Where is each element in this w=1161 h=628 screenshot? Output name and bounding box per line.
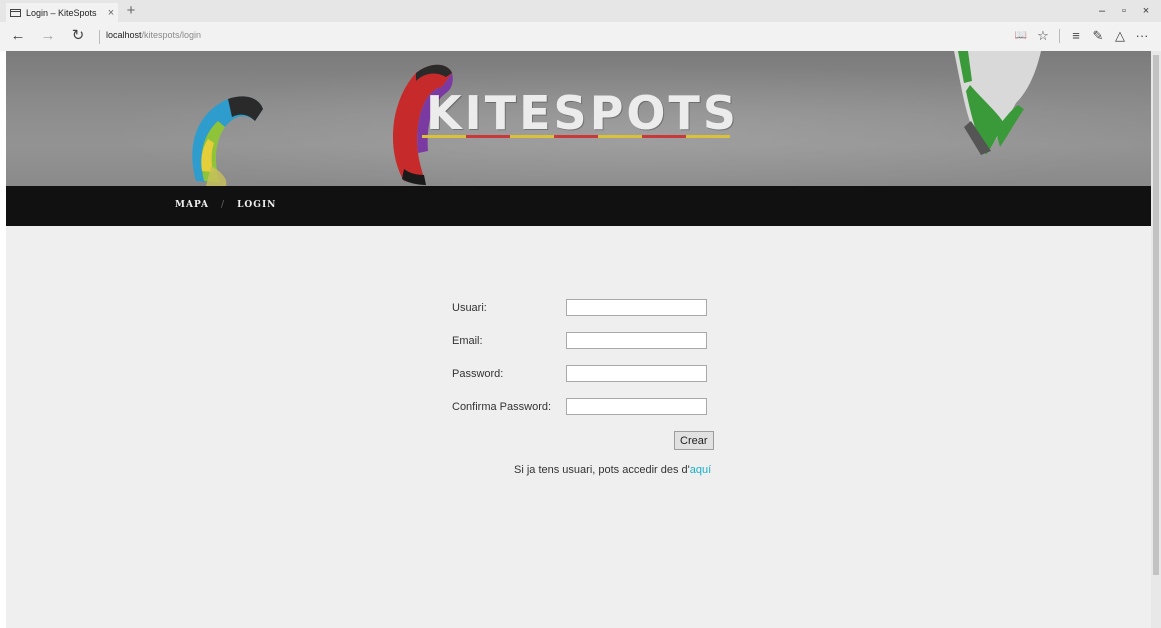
- menu-separator: /: [221, 200, 226, 210]
- logo-underline-stripe: [642, 135, 686, 138]
- url-host: localhost: [106, 30, 142, 40]
- logo-underline-stripe: [686, 135, 730, 138]
- tab-bar: Login – KiteSpots × + – ▫ ×: [0, 0, 1161, 22]
- window-controls: – ▫ ×: [1091, 2, 1157, 20]
- page-icon: [10, 8, 21, 17]
- close-window-icon[interactable]: ×: [1135, 2, 1157, 20]
- crear-button[interactable]: Crear: [674, 431, 714, 450]
- logo-underline-stripe: [510, 135, 554, 138]
- browser-tab[interactable]: Login – KiteSpots ×: [6, 3, 118, 22]
- email-label: Email:: [452, 335, 483, 347]
- signin-note: Si ja tens usuari, pots accedir des d'aq…: [514, 464, 711, 476]
- signin-text: Si ja tens usuari, pots accedir des d': [514, 464, 690, 476]
- signin-link[interactable]: aquí: [690, 464, 711, 476]
- menu: MAPA / LOGIN: [175, 200, 276, 210]
- address-bar[interactable]: localhost/kitespots/login: [106, 30, 201, 40]
- web-note-icon[interactable]: ✎: [1087, 26, 1109, 46]
- back-arrow-icon[interactable]: ←: [8, 26, 28, 46]
- usuari-input[interactable]: [566, 299, 707, 316]
- form-row-email: Email:: [452, 332, 712, 352]
- form-row-confirm-password: Confirma Password:: [452, 398, 712, 418]
- logo-underline-stripe: [598, 135, 642, 138]
- site-logo[interactable]: KITESPOTS: [426, 89, 739, 137]
- nav-item-mapa[interactable]: MAPA: [175, 200, 209, 210]
- scrollbar-thumb[interactable]: [1153, 55, 1159, 575]
- header-banner: KITESPOTS: [6, 51, 1151, 186]
- forward-arrow-icon[interactable]: →: [38, 26, 58, 46]
- restore-icon[interactable]: ▫: [1113, 2, 1135, 20]
- new-tab-button[interactable]: +: [123, 2, 139, 20]
- page-scrollbar[interactable]: [1151, 51, 1161, 628]
- refresh-icon[interactable]: ↻: [68, 26, 88, 46]
- reading-view-icon[interactable]: 📖: [1010, 26, 1032, 46]
- email-input[interactable]: [566, 332, 707, 349]
- usuari-label: Usuari:: [452, 302, 487, 314]
- form-row-password: Password:: [452, 365, 712, 385]
- password-label: Password:: [452, 368, 504, 380]
- main-nav: MAPA / LOGIN: [6, 186, 1151, 226]
- browser-chrome: Login – KiteSpots × + – ▫ × ← → ↻ localh…: [0, 0, 1161, 51]
- share-icon[interactable]: △: [1109, 26, 1131, 46]
- logo-underline-stripe: [422, 135, 466, 138]
- logo-underline-stripe: [554, 135, 598, 138]
- right-kite-image: [954, 51, 1041, 155]
- password-input[interactable]: [566, 365, 707, 382]
- minimize-icon[interactable]: –: [1091, 2, 1113, 20]
- hub-icon[interactable]: ≡: [1065, 26, 1087, 46]
- address-bar-row: ← → ↻ localhost/kitespots/login 📖 ☆ ≡ ✎ …: [0, 22, 1161, 51]
- logo-underline-stripe: [466, 135, 510, 138]
- form-row-usuari: Usuari:: [452, 299, 712, 319]
- left-kite-image: [192, 96, 263, 186]
- page-viewport: KITESPOTS MAPA / LOGIN Usuari: Email: Pa…: [6, 51, 1151, 628]
- tab-title: Login – KiteSpots: [26, 7, 97, 18]
- nav-item-login[interactable]: LOGIN: [237, 200, 276, 210]
- more-icon[interactable]: ···: [1131, 26, 1153, 46]
- confirm-password-input[interactable]: [566, 398, 707, 415]
- confirm-password-label: Confirma Password:: [452, 401, 552, 413]
- toolbar-divider: [1059, 29, 1060, 43]
- url-path: /kitespots/login: [141, 30, 202, 40]
- browser-toolbar: 📖 ☆ ≡ ✎ △ ···: [1010, 26, 1153, 46]
- favorite-star-icon[interactable]: ☆: [1032, 26, 1054, 46]
- logo-underline: [422, 135, 732, 138]
- tab-close-icon[interactable]: ×: [104, 7, 118, 19]
- address-divider: [99, 30, 100, 44]
